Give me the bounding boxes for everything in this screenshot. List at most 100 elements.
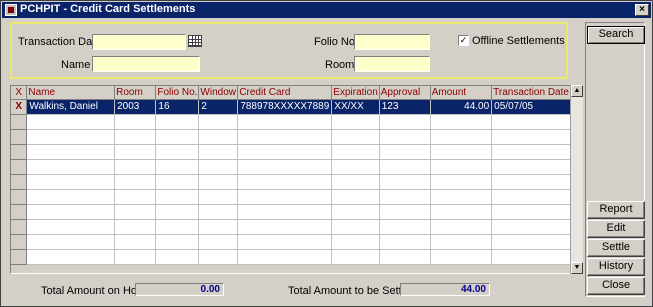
empty-cell[interactable]	[26, 234, 116, 250]
empty-cell[interactable]	[379, 114, 431, 130]
empty-cell[interactable]	[331, 159, 380, 175]
edit-button[interactable]: Edit	[587, 220, 645, 238]
empty-cell[interactable]	[26, 129, 116, 145]
empty-cell[interactable]	[237, 174, 333, 190]
empty-cell[interactable]	[114, 114, 157, 130]
row-select-marker[interactable]	[11, 204, 28, 220]
empty-cell[interactable]	[155, 114, 200, 130]
empty-cell[interactable]	[26, 189, 116, 205]
table-row[interactable]: X Walkins, Daniel 2003 16 2 788978XXXXX7…	[11, 99, 571, 115]
empty-cell[interactable]	[198, 219, 239, 235]
empty-cell[interactable]	[237, 219, 333, 235]
empty-cell[interactable]	[26, 204, 116, 220]
empty-cell[interactable]	[114, 204, 157, 220]
empty-cell[interactable]	[114, 189, 157, 205]
cell-credit-card[interactable]: 788978XXXXX7889	[237, 99, 333, 115]
column-header-amount[interactable]: Amount	[430, 86, 493, 100]
empty-cell[interactable]	[155, 174, 200, 190]
empty-table-row[interactable]	[11, 234, 571, 250]
empty-cell[interactable]	[114, 129, 157, 145]
scroll-up-icon[interactable]: ▲	[571, 85, 583, 97]
column-header-approval[interactable]: Approval	[379, 86, 431, 100]
empty-cell[interactable]	[430, 204, 493, 220]
empty-cell[interactable]	[430, 144, 493, 160]
column-header-expiration[interactable]: Expiration	[331, 86, 380, 100]
cell-folio[interactable]: 16	[155, 99, 200, 115]
folio-field[interactable]	[354, 34, 430, 50]
scroll-down-icon[interactable]: ▼	[571, 262, 583, 274]
empty-cell[interactable]	[237, 114, 333, 130]
empty-cell[interactable]	[491, 204, 571, 220]
history-button[interactable]: History	[587, 258, 645, 276]
empty-cell[interactable]	[491, 249, 571, 265]
empty-cell[interactable]	[155, 219, 200, 235]
empty-cell[interactable]	[331, 129, 380, 145]
column-header-folio[interactable]: Folio No.	[155, 86, 200, 100]
empty-cell[interactable]	[491, 144, 571, 160]
empty-cell[interactable]	[491, 114, 571, 130]
empty-cell[interactable]	[491, 234, 571, 250]
row-select-marker[interactable]	[11, 249, 28, 265]
empty-cell[interactable]	[114, 144, 157, 160]
row-select-marker[interactable]	[11, 174, 28, 190]
cell-amount[interactable]: 44.00	[430, 99, 493, 115]
empty-cell[interactable]	[491, 129, 571, 145]
calendar-icon[interactable]	[188, 35, 202, 47]
row-select-marker[interactable]: X	[11, 99, 28, 115]
empty-cell[interactable]	[237, 249, 333, 265]
empty-cell[interactable]	[331, 204, 380, 220]
empty-cell[interactable]	[114, 234, 157, 250]
empty-table-row[interactable]	[11, 249, 571, 265]
empty-table-row[interactable]	[11, 114, 571, 130]
empty-cell[interactable]	[198, 174, 239, 190]
transaction-date-field[interactable]	[92, 34, 186, 50]
row-select-marker[interactable]	[11, 159, 28, 175]
empty-cell[interactable]	[114, 159, 157, 175]
grid-scrollbar[interactable]: ▲ ▼	[570, 85, 583, 274]
empty-cell[interactable]	[237, 159, 333, 175]
close-window-button[interactable]: ×	[635, 4, 649, 16]
empty-cell[interactable]	[198, 234, 239, 250]
cell-room[interactable]: 2003	[114, 99, 157, 115]
search-button[interactable]: Search	[587, 26, 645, 44]
empty-table-row[interactable]	[11, 159, 571, 175]
empty-cell[interactable]	[237, 129, 333, 145]
empty-cell[interactable]	[198, 249, 239, 265]
empty-cell[interactable]	[379, 144, 431, 160]
empty-table-row[interactable]	[11, 189, 571, 205]
empty-cell[interactable]	[331, 144, 380, 160]
name-field[interactable]	[92, 56, 200, 72]
empty-cell[interactable]	[26, 144, 116, 160]
column-header-x[interactable]: X	[11, 86, 28, 100]
empty-cell[interactable]	[237, 144, 333, 160]
empty-cell[interactable]	[379, 204, 431, 220]
empty-cell[interactable]	[430, 174, 493, 190]
row-select-marker[interactable]	[11, 234, 28, 250]
empty-cell[interactable]	[331, 174, 380, 190]
empty-cell[interactable]	[379, 159, 431, 175]
row-select-marker[interactable]	[11, 114, 28, 130]
empty-cell[interactable]	[237, 204, 333, 220]
empty-cell[interactable]	[198, 144, 239, 160]
empty-cell[interactable]	[379, 189, 431, 205]
empty-cell[interactable]	[26, 114, 116, 130]
close-button[interactable]: Close	[587, 277, 645, 295]
empty-cell[interactable]	[379, 219, 431, 235]
empty-cell[interactable]	[155, 249, 200, 265]
empty-cell[interactable]	[430, 219, 493, 235]
row-select-marker[interactable]	[11, 189, 28, 205]
empty-table-row[interactable]	[11, 129, 571, 145]
empty-cell[interactable]	[26, 219, 116, 235]
empty-cell[interactable]	[198, 159, 239, 175]
empty-cell[interactable]	[155, 129, 200, 145]
empty-cell[interactable]	[430, 129, 493, 145]
room-field[interactable]	[354, 56, 430, 72]
empty-cell[interactable]	[430, 249, 493, 265]
empty-cell[interactable]	[430, 234, 493, 250]
empty-cell[interactable]	[155, 234, 200, 250]
empty-cell[interactable]	[379, 234, 431, 250]
empty-cell[interactable]	[491, 174, 571, 190]
empty-cell[interactable]	[26, 159, 116, 175]
column-header-room[interactable]: Room	[114, 86, 157, 100]
empty-cell[interactable]	[430, 159, 493, 175]
